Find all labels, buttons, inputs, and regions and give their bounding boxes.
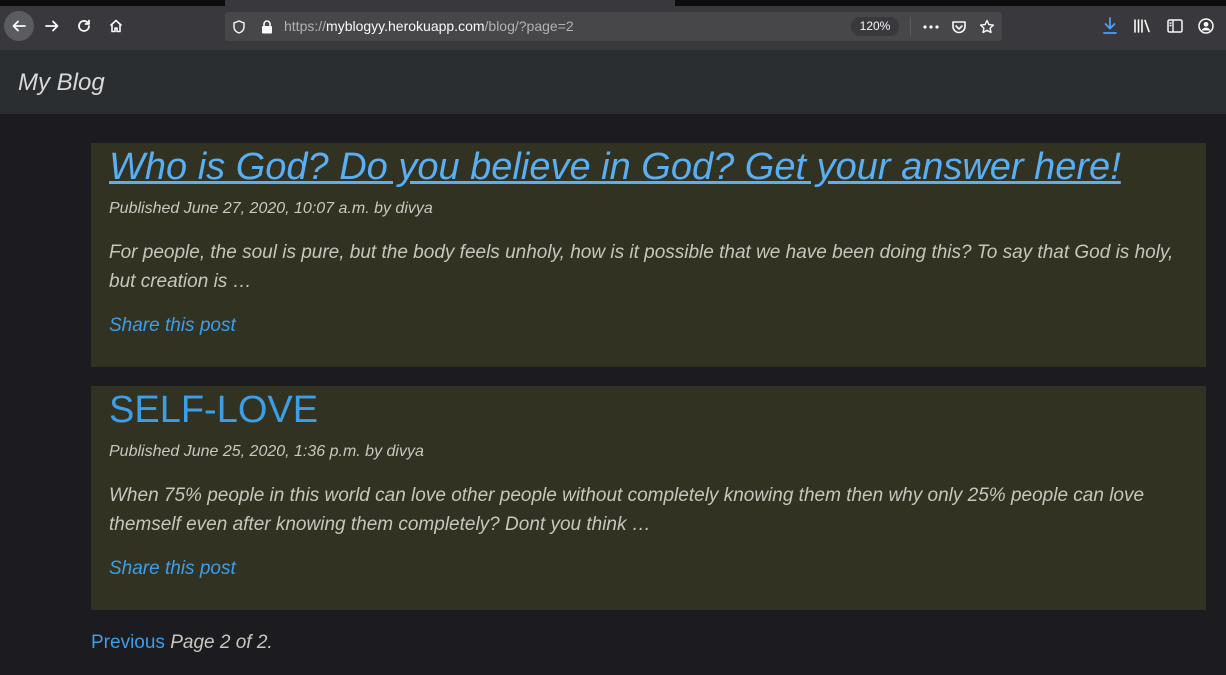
post-excerpt: For people, the soul is pure, but the bo… — [109, 242, 1174, 292]
post-list: Who is God? Do you believe in God? Get y… — [0, 114, 1226, 675]
page-info: Page 2 of 2. — [164, 632, 273, 653]
sidebar-icon[interactable] — [1165, 16, 1185, 36]
url-scheme: https:// — [284, 18, 327, 34]
account-icon[interactable] — [1196, 16, 1216, 36]
post-excerpt: When 75% people in this world can love o… — [109, 485, 1145, 535]
share-post-link[interactable]: Share this post — [109, 315, 236, 337]
lock-icon[interactable] — [258, 18, 276, 36]
bookmark-star-icon[interactable] — [978, 18, 996, 36]
site-header: My Blog — [0, 50, 1226, 114]
reload-button[interactable] — [69, 11, 99, 41]
post-title-link[interactable]: Who is God? Do you believe in God? Get y… — [109, 145, 1188, 189]
zoom-level-badge[interactable]: 120% — [851, 17, 899, 36]
browser-toolbar: https://myblogyy.herokuapp.com/blog/?pag… — [0, 0, 1226, 50]
post-meta: Published June 25, 2020, 1:36 p.m. by di… — [109, 443, 424, 460]
downloads-icon[interactable] — [1100, 16, 1120, 36]
forward-button[interactable] — [37, 11, 67, 41]
shield-icon[interactable] — [230, 18, 248, 36]
post-card: Who is God? Do you believe in God? Get y… — [91, 143, 1206, 367]
reload-icon — [78, 19, 90, 32]
url-text[interactable]: https://myblogyy.herokuapp.com/blog/?pag… — [284, 18, 574, 34]
arrow-right-icon — [45, 20, 59, 32]
library-icon[interactable] — [1132, 16, 1152, 36]
url-bar-divider — [910, 17, 911, 36]
home-button[interactable] — [101, 11, 131, 41]
post-title-link[interactable]: SELF-LOVE — [109, 388, 1188, 432]
url-path: /blog/?page=2 — [484, 18, 574, 34]
share-post-link[interactable]: Share this post — [109, 558, 236, 580]
arrow-left-icon — [12, 20, 26, 32]
post-card: SELF-LOVE Published June 25, 2020, 1:36 … — [91, 386, 1206, 610]
page-actions-menu-icon[interactable] — [922, 18, 940, 36]
pagination: Previous Page 2 of 2. — [91, 632, 273, 654]
previous-page-link[interactable]: Previous — [91, 632, 165, 653]
back-button[interactable] — [4, 11, 34, 41]
pocket-icon[interactable] — [950, 18, 968, 36]
url-bar[interactable]: https://myblogyy.herokuapp.com/blog/?pag… — [225, 12, 1002, 41]
post-meta: Published June 27, 2020, 10:07 a.m. by d… — [109, 200, 433, 217]
url-host: myblogyy.herokuapp.com — [326, 18, 485, 34]
home-icon — [109, 19, 123, 33]
active-tab-indicator[interactable] — [225, 0, 675, 6]
site-title[interactable]: My Blog — [18, 69, 105, 97]
